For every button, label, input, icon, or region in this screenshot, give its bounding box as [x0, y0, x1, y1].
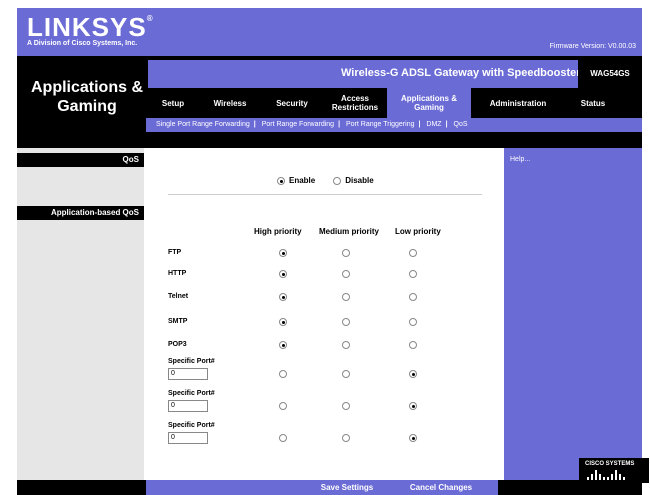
tab-access-restrictions[interactable]: Access Restrictions — [323, 94, 387, 112]
qos-disable-option[interactable]: Disable — [333, 176, 374, 185]
qos-enable-option[interactable]: Enable — [277, 176, 315, 185]
nav-area: Applications & Gaming Wireless-G ADSL Ga… — [17, 56, 642, 148]
port2-high-radio[interactable] — [279, 402, 287, 410]
header-high-priority: High priority — [254, 227, 302, 236]
subtab-dmz[interactable]: DMZ — [426, 121, 441, 128]
smtp-medium-radio[interactable] — [342, 318, 350, 326]
sidebar-heading-app-qos: Application-based QoS — [17, 206, 144, 220]
app-label: Telnet — [168, 293, 189, 300]
product-name: Wireless-G ADSL Gateway with Speedbooste… — [341, 67, 581, 79]
pop3-high-radio[interactable] — [279, 341, 287, 349]
pop3-medium-radio[interactable] — [342, 341, 350, 349]
telnet-medium-radio[interactable] — [342, 293, 350, 301]
pop3-low-radio[interactable] — [409, 341, 417, 349]
divider — [168, 194, 482, 195]
specific-port-input-3[interactable]: 0 — [168, 432, 208, 444]
qos-enable-radio[interactable] — [277, 176, 285, 185]
save-settings-button[interactable]: Save Settings — [306, 480, 388, 495]
specific-port-input-2[interactable]: 0 — [168, 400, 208, 412]
model-number: WAG54GS — [578, 60, 642, 88]
product-bar: Wireless-G ADSL Gateway with Speedbooste… — [146, 60, 642, 88]
header-low-priority: Low priority — [395, 227, 441, 236]
subtab-single-port-range-forwarding[interactable]: Single Port Range Forwarding — [156, 121, 250, 128]
subtab-port-range-forwarding[interactable]: Port Range Forwarding — [262, 121, 334, 128]
bottom-bar: Save Settings Cancel Changes — [17, 480, 642, 495]
subtab-port-range-triggering[interactable]: Port Range Triggering — [346, 121, 414, 128]
header-medium-priority: Medium priority — [319, 227, 380, 236]
tab-setup[interactable]: Setup — [147, 99, 199, 108]
tab-status[interactable]: Status — [565, 99, 621, 108]
app-label: Specific Port# — [168, 358, 215, 365]
main-tabs: Setup Wireless Security Access Restricti… — [147, 88, 642, 118]
cisco-bars-icon — [587, 470, 625, 480]
tab-wireless[interactable]: Wireless — [199, 99, 261, 108]
qos-toggle: Enable Disable — [277, 176, 374, 185]
sidebar-heading-qos: QoS — [17, 153, 144, 167]
subtab-separator: | — [338, 121, 341, 128]
port1-low-radio[interactable] — [409, 370, 417, 378]
http-medium-radio[interactable] — [342, 270, 350, 278]
app-label: Specific Port# — [168, 422, 215, 429]
http-low-radio[interactable] — [409, 270, 417, 278]
subtab-separator: | — [418, 121, 421, 128]
help-link[interactable]: Help... — [510, 156, 530, 163]
app-label: FTP — [168, 249, 182, 256]
subtab-qos[interactable]: QoS — [454, 121, 468, 128]
telnet-low-radio[interactable] — [409, 293, 417, 301]
app-label: SMTP — [168, 318, 188, 325]
subtab-separator: | — [445, 121, 448, 128]
tab-security[interactable]: Security — [261, 99, 323, 108]
port2-medium-radio[interactable] — [342, 402, 350, 410]
port1-medium-radio[interactable] — [342, 370, 350, 378]
top-banner: LINKSYS® A Division of Cisco Systems, In… — [17, 8, 642, 56]
linksys-logo: LINKSYS® — [27, 12, 154, 42]
smtp-low-radio[interactable] — [409, 318, 417, 326]
section-title: Applications & Gaming — [30, 79, 143, 115]
http-high-radio[interactable] — [279, 270, 287, 278]
port1-high-radio[interactable] — [279, 370, 287, 378]
firmware-version: Firmware Version: V0.00.03 — [549, 43, 636, 50]
cancel-changes-button[interactable]: Cancel Changes — [396, 480, 486, 495]
port3-high-radio[interactable] — [279, 434, 287, 442]
port3-medium-radio[interactable] — [342, 434, 350, 442]
subtab-separator: | — [253, 121, 256, 128]
ftp-medium-radio[interactable] — [342, 249, 350, 257]
app-label: POP3 — [168, 341, 187, 348]
page: LINKSYS® A Division of Cisco Systems, In… — [0, 0, 650, 495]
telnet-high-radio[interactable] — [279, 293, 287, 301]
ftp-low-radio[interactable] — [409, 249, 417, 257]
tagline: A Division of Cisco Systems, Inc. — [27, 40, 138, 47]
sidebar: QoS Application-based QoS — [17, 148, 144, 480]
specific-port-input-1[interactable]: 0 — [168, 368, 208, 380]
app-label: HTTP — [168, 270, 187, 277]
qos-disable-radio[interactable] — [333, 176, 342, 185]
app-label: Specific Port# — [168, 390, 215, 397]
port3-low-radio[interactable] — [409, 434, 417, 442]
tab-administration[interactable]: Administration — [471, 99, 565, 108]
tab-applications-gaming[interactable]: Applications & Gaming — [387, 88, 471, 118]
button-bar: Save Settings Cancel Changes — [146, 480, 498, 495]
smtp-high-radio[interactable] — [279, 318, 287, 326]
sub-tabs: Single Port Range Forwarding | Port Range… — [146, 118, 642, 132]
help-panel: Help... CISCO SYSTEMS — [498, 148, 649, 483]
port2-low-radio[interactable] — [409, 402, 417, 410]
ftp-high-radio[interactable] — [279, 249, 287, 257]
main-content: Enable Disable High priority Medium prio… — [146, 148, 498, 480]
